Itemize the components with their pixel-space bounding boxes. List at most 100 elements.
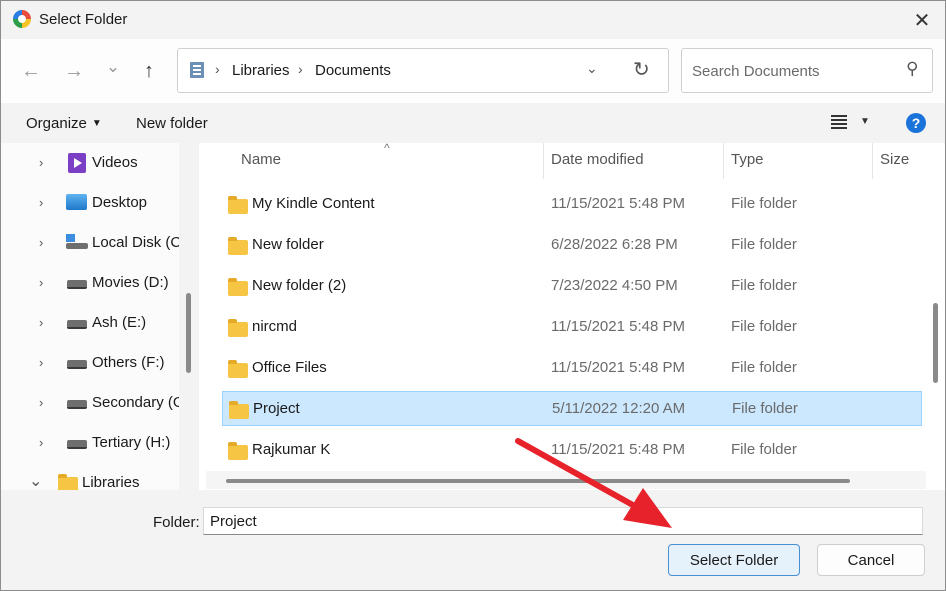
select-folder-button[interactable]: Select Folder: [668, 544, 800, 576]
sidebar-item-tertiary[interactable]: › Tertiary (H:): [1, 423, 179, 463]
refresh-icon[interactable]: ↻: [633, 57, 650, 82]
file-type: File folder: [731, 277, 797, 294]
chevron-right-icon[interactable]: ›: [39, 355, 43, 370]
file-type: File folder: [732, 400, 798, 417]
organize-button[interactable]: Organize ▼: [26, 115, 102, 132]
file-name: nircmd: [252, 318, 298, 335]
column-divider[interactable]: [543, 143, 544, 179]
file-row-new-folder-2[interactable]: New folder (2) 7/23/2022 4:50 PM File fo…: [222, 269, 922, 304]
file-date: 5/11/2022 12:20 AM: [552, 400, 686, 417]
file-date: 7/23/2022 4:50 PM: [551, 277, 678, 294]
search-input[interactable]: [690, 59, 894, 83]
file-name: Rajkumar K: [252, 441, 331, 458]
address-dropdown-icon[interactable]: ⌄: [586, 60, 598, 77]
file-date: 6/28/2022 6:28 PM: [551, 236, 678, 253]
chevron-right-icon[interactable]: ›: [39, 315, 43, 330]
address-bar[interactable]: › Libraries › Documents ⌄ ↻: [177, 48, 669, 93]
folder-icon: [228, 278, 248, 296]
sidebar-item-label: Local Disk (C: [92, 234, 179, 251]
column-header-name[interactable]: Name: [241, 151, 281, 168]
folder-icon: [228, 196, 248, 214]
caret-down-icon[interactable]: ▼: [860, 116, 870, 127]
drive-icon: [67, 400, 87, 409]
column-header-size[interactable]: Size: [880, 151, 909, 168]
file-date: 11/15/2021 5:48 PM: [551, 195, 685, 212]
back-button[interactable]: ←: [14, 54, 48, 88]
cancel-button[interactable]: Cancel: [817, 544, 925, 576]
search-icon[interactable]: ⚲: [906, 59, 918, 79]
file-row-office-files[interactable]: Office Files 11/15/2021 5:48 PM File fol…: [222, 351, 922, 386]
close-button[interactable]: ✕: [899, 1, 945, 39]
sidebar-item-movies[interactable]: › Movies (D:): [1, 263, 179, 303]
chevron-right-icon[interactable]: ›: [39, 155, 43, 170]
file-date: 11/15/2021 5:48 PM: [551, 441, 685, 458]
help-icon[interactable]: ?: [906, 113, 926, 133]
breadcrumb-separator: ›: [215, 61, 220, 77]
file-type: File folder: [731, 441, 797, 458]
folder-icon: [228, 237, 248, 255]
sidebar-item-label: Tertiary (H:): [92, 434, 171, 451]
sidebar-item-videos[interactable]: › Videos: [1, 143, 179, 183]
new-folder-button[interactable]: New folder: [136, 115, 208, 132]
select-folder-dialog: Select Folder ✕ ← → ⌄ ↑ › Libraries › Do…: [0, 0, 946, 591]
file-list: ^ Name Date modified Type Size My Kindle…: [199, 143, 945, 490]
forward-button[interactable]: →: [57, 54, 91, 88]
recent-locations-button[interactable]: ⌄: [96, 50, 130, 84]
horizontal-scrollbar-thumb[interactable]: [226, 479, 850, 483]
sidebar-item-libraries[interactable]: ⌄ Libraries: [1, 463, 179, 490]
sidebar-item-others[interactable]: › Others (F:): [1, 343, 179, 383]
sidebar-item-label: Others (F:): [92, 354, 165, 371]
view-options-icon[interactable]: [831, 115, 847, 129]
folder-icon: [58, 474, 78, 490]
column-header-type[interactable]: Type: [731, 151, 764, 168]
file-name: Project: [253, 400, 300, 417]
breadcrumb-separator: ›: [298, 61, 303, 77]
column-divider[interactable]: [723, 143, 724, 179]
chevron-right-icon[interactable]: ›: [39, 275, 43, 290]
sidebar-item-label: Desktop: [92, 194, 148, 211]
breadcrumb-documents[interactable]: Documents: [315, 62, 391, 79]
chevron-down-icon[interactable]: ⌄: [29, 471, 42, 490]
sidebar-item-label: Secondary (G: [92, 394, 179, 411]
up-button[interactable]: ↑: [132, 54, 166, 88]
column-header-date-modified[interactable]: Date modified: [551, 151, 644, 168]
chevron-right-icon[interactable]: ›: [39, 195, 43, 210]
navigation-bar: ← → ⌄ ↑ › Libraries › Documents ⌄ ↻ ⚲: [1, 39, 945, 103]
chevron-right-icon[interactable]: ›: [39, 435, 43, 450]
folder-icon: [228, 319, 248, 337]
file-date: 11/15/2021 5:48 PM: [551, 359, 685, 376]
sidebar-item-local-disk[interactable]: › Local Disk (C: [1, 223, 179, 263]
sort-ascending-icon: ^: [384, 143, 390, 155]
sidebar-scrollbar[interactable]: [186, 293, 191, 373]
vertical-scrollbar-thumb[interactable]: [933, 303, 938, 383]
file-row-new-folder[interactable]: New folder 6/28/2022 6:28 PM File folder: [222, 228, 922, 263]
folder-label: Folder:: [153, 514, 200, 531]
sidebar-item-label: Movies (D:): [92, 274, 169, 291]
search-box[interactable]: ⚲: [681, 48, 933, 93]
breadcrumb-libraries[interactable]: Libraries: [232, 62, 290, 79]
chevron-right-icon[interactable]: ›: [39, 235, 43, 250]
caret-down-icon: ▼: [91, 118, 102, 129]
sidebar-item-desktop[interactable]: › Desktop: [1, 183, 179, 223]
window-title: Select Folder: [39, 11, 128, 28]
drive-icon: [67, 360, 87, 369]
sidebar-item-secondary[interactable]: › Secondary (G: [1, 383, 179, 423]
file-name: My Kindle Content: [252, 195, 375, 212]
file-name: New folder (2): [252, 277, 347, 294]
app-icon: [13, 10, 31, 28]
folder-icon: [228, 442, 248, 460]
sidebar-item-label: Videos: [92, 154, 138, 171]
dialog-footer: Folder: Select Folder Cancel: [1, 490, 945, 590]
chevron-right-icon[interactable]: ›: [39, 395, 43, 410]
file-row-project[interactable]: Project 5/11/2022 12:20 AM File folder: [222, 391, 922, 426]
folder-name-input[interactable]: [203, 507, 923, 535]
file-row-rajkumar-k[interactable]: Rajkumar K 11/15/2021 5:48 PM File folde…: [222, 433, 922, 468]
column-divider[interactable]: [872, 143, 873, 179]
file-date: 11/15/2021 5:48 PM: [551, 318, 685, 335]
sidebar-item-ash[interactable]: › Ash (E:): [1, 303, 179, 343]
file-row-nircmd[interactable]: nircmd 11/15/2021 5:48 PM File folder: [222, 310, 922, 345]
videos-icon: [68, 153, 86, 173]
file-row-my-kindle-content[interactable]: My Kindle Content 11/15/2021 5:48 PM Fil…: [222, 187, 922, 222]
navigation-pane: › Videos › Desktop › Local Disk (C › Mov…: [1, 143, 179, 490]
command-bar: Organize ▼ New folder ▼ ?: [1, 103, 945, 143]
